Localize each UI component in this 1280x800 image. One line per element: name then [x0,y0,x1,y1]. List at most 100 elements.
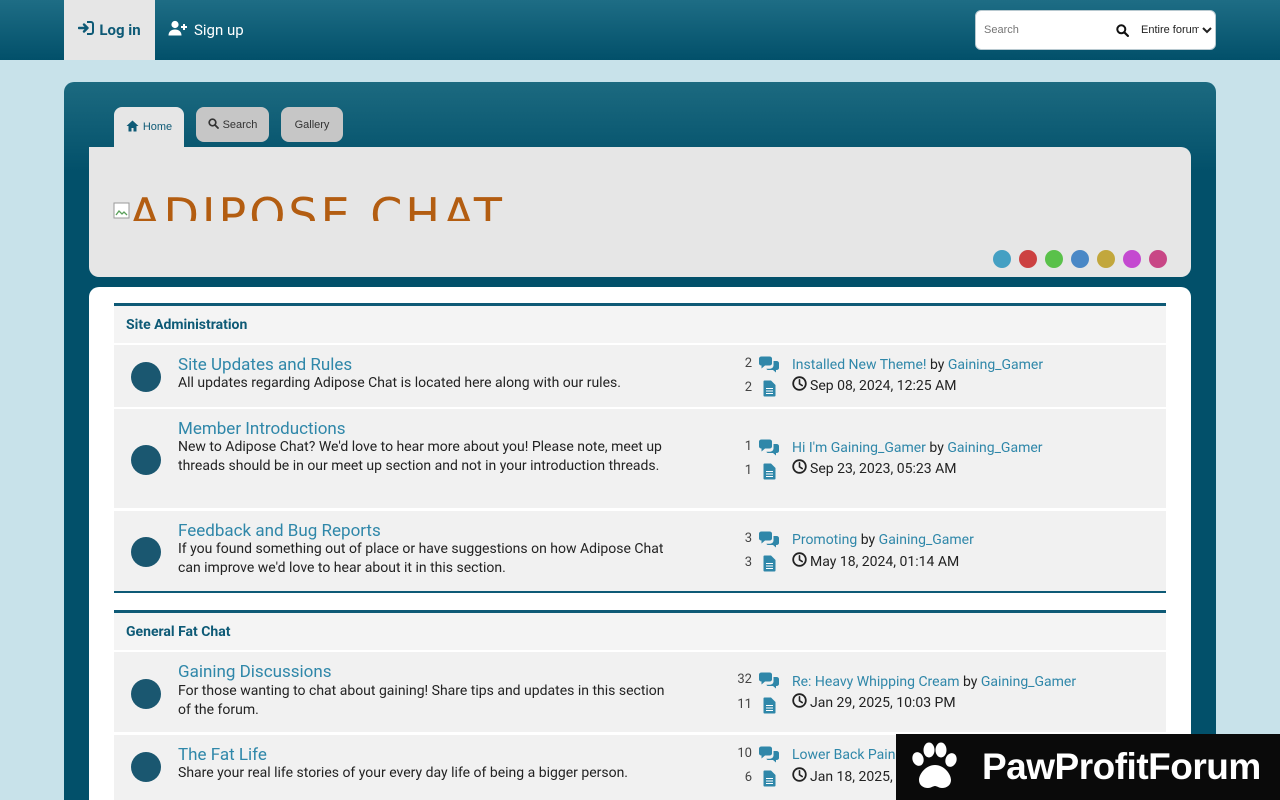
posts-count: 6 [744,770,752,785]
add-user-icon [168,20,188,40]
board-description: If you found something out of place or h… [178,541,664,576]
clock-icon [792,459,807,478]
paw-icon [904,737,964,797]
category-header[interactable]: General Fat Chat [114,610,1166,650]
last-post-author-link[interactable]: Gaining_Gamer [948,357,1043,373]
chat-bubbles-icon [758,438,780,456]
last-post-author-link[interactable]: Gaining_Gamer [879,532,974,548]
theme-color-swatch[interactable] [1123,250,1141,268]
login-button[interactable]: Log in [64,0,155,60]
posts-count: 1 [744,463,752,478]
last-post-link[interactable]: Hi I'm Gaining_Gamer [792,440,926,456]
forum-banner: ADIPOSE CHAT [89,147,1191,277]
last-post-date: May 18, 2024, 01:14 AM [810,553,960,570]
search-input[interactable] [984,24,1110,36]
signup-button[interactable]: Sign up [168,0,244,60]
tab-search-label: Search [222,118,258,131]
category-header[interactable]: Site Administration [114,303,1166,343]
search-icon[interactable] [1114,23,1131,37]
tab-gallery[interactable]: Gallery [281,107,343,142]
posts-stat: 3 [710,554,780,572]
last-post-line: Installed New Theme! by Gaining_Gamer [792,357,1043,373]
topics-count: 2 [744,356,752,371]
watermark-text: PawProfitForum [982,746,1261,787]
login-label: Log in [99,21,141,39]
board-title-link[interactable]: Member Introductions [178,419,346,439]
last-post-date-line: Jan 18, 2025, [792,767,893,786]
category-footer-line [114,591,1166,593]
theme-color-swatch[interactable] [1045,250,1063,268]
posts-count: 2 [744,380,752,395]
board-title-link[interactable]: Feedback and Bug Reports [178,521,381,541]
login-icon [78,21,95,39]
site-logo[interactable]: ADIPOSE CHAT [129,185,505,221]
last-post-date: Sep 23, 2023, 05:23 AM [810,460,957,477]
search-scope-select[interactable]: Entire forum [1137,23,1215,37]
last-post-by: by [962,674,978,690]
last-post-line: Lower Back Pain [792,747,895,763]
board-title-link[interactable]: Site Updates and Rules [178,355,352,375]
document-icon [758,379,780,397]
topics-count: 1 [744,439,752,454]
last-post-by: by [929,440,944,456]
topics-stat: 3 [710,530,780,548]
last-post-date-line: Jan 29, 2025, 10:03 PM [792,693,956,712]
tab-home-label: Home [142,121,173,133]
search-icon [207,117,219,132]
theme-color-swatch[interactable] [1071,250,1089,268]
board-row: Site Updates and Rules All updates regard… [114,345,1166,407]
topics-stat: 2 [710,355,780,373]
topics-count: 32 [737,672,752,687]
theme-color-swatch[interactable] [993,250,1011,268]
last-post-link[interactable]: Lower Back Pain [792,747,895,763]
board-row: Gaining Discussions For those wanting to … [114,652,1166,732]
watermark-banner: PawProfitForum [896,734,1280,800]
board-status-icon [131,445,161,475]
document-icon [758,462,780,480]
tab-home[interactable]: Home [114,107,184,147]
search-box: Entire forum [975,10,1216,50]
chat-bubbles-icon [758,355,780,373]
theme-color-picker [993,250,1167,268]
tab-search[interactable]: Search [196,107,269,142]
last-post-date: Sep 08, 2024, 12:25 AM [810,377,957,394]
chat-bubbles-icon [758,671,780,689]
board-row: Member Introductions New to Adipose Chat?… [114,409,1166,508]
clock-icon [792,693,807,712]
last-post-link[interactable]: Re: Heavy Whipping Cream [792,674,960,690]
topics-stat: 32 [710,671,780,689]
board-description: For those wanting to chat about gaining!… [178,683,665,718]
posts-stat: 11 [710,696,780,714]
board-description: Share your real life stories of your eve… [178,765,629,781]
last-post-link[interactable]: Promoting [792,532,857,548]
last-post-link[interactable]: Installed New Theme! [792,357,927,373]
tab-gallery-label: Gallery [294,118,330,131]
topics-stat: 1 [710,438,780,456]
theme-color-swatch[interactable] [1019,250,1037,268]
topics-stat: 10 [710,745,780,763]
home-icon [126,120,139,135]
document-icon [758,554,780,572]
last-post-by: by [860,532,876,548]
theme-color-swatch[interactable] [1149,250,1167,268]
board-title-link[interactable]: The Fat Life [178,745,267,765]
board-status-icon [131,537,161,567]
last-post-date: Jan 29, 2025, 10:03 PM [810,694,956,711]
board-row: Feedback and Bug Reports If you found som… [114,511,1166,591]
last-post-by: by [929,357,945,373]
topics-count: 3 [744,531,752,546]
clock-icon [792,376,807,395]
chat-bubbles-icon [758,530,780,548]
last-post-author-link[interactable]: Gaining_Gamer [981,674,1076,690]
board-status-icon [131,679,161,709]
board-status-icon [131,752,161,782]
document-icon [758,696,780,714]
board-description: New to Adipose Chat? We'd love to hear m… [178,439,662,474]
board-title-link[interactable]: Gaining Discussions [178,662,332,682]
theme-color-swatch[interactable] [1097,250,1115,268]
last-post-line: Hi I'm Gaining_Gamer by Gaining_Gamer [792,440,1043,456]
posts-stat: 1 [710,462,780,480]
last-post-author-link[interactable]: Gaining_Gamer [947,440,1042,456]
clock-icon [792,552,807,571]
signup-label: Sign up [194,21,244,39]
